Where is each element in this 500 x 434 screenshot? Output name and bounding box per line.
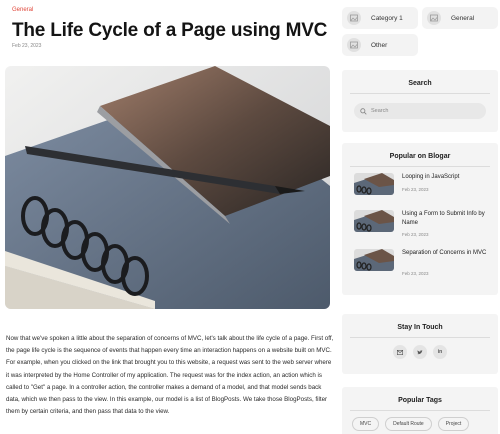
search-widget-title: Search — [408, 80, 432, 87]
category-label: General — [451, 14, 475, 22]
tag-default-route[interactable]: Default Route — [385, 417, 432, 431]
popular-item-title: Separation of Concerns in MVC — [402, 250, 487, 256]
category-chip-other[interactable]: Other — [342, 34, 418, 56]
linkedin-icon[interactable]: in — [433, 345, 447, 359]
category-label: Other — [371, 41, 388, 49]
divider — [350, 93, 490, 94]
popular-widget-title: Popular on Blogar — [389, 153, 451, 160]
popular-item[interactable]: Looping in JavaScript Feb 23, 2023 — [354, 173, 494, 203]
category-label: Category 1 — [371, 14, 403, 22]
image-icon — [347, 38, 361, 52]
popular-item-date: Feb 23, 2023 — [402, 187, 429, 192]
popular-item[interactable]: Separation of Concerns in MVC Feb 23, 20… — [354, 249, 494, 279]
twitter-icon[interactable] — [413, 345, 427, 359]
popular-item-date: Feb 23, 2023 — [402, 271, 429, 276]
social-links: in — [342, 345, 498, 359]
popular-item-title: Looping in JavaScript — [402, 174, 460, 180]
tags-list: MVC Default Route Project — [352, 417, 470, 431]
sidebar: Category 1 General Other Search Popular … — [340, 0, 500, 434]
article-title: The Life Cycle of a Page using MVC — [12, 20, 328, 41]
popular-thumbnail — [354, 249, 394, 271]
divider — [350, 337, 490, 338]
stay-in-touch-widget: Stay In Touch in — [342, 314, 498, 374]
hero-image — [5, 66, 330, 309]
tag-mvc[interactable]: MVC — [352, 417, 380, 431]
article-body: Now that we've spoken a little about the… — [6, 335, 334, 416]
category-chip-category-1[interactable]: Category 1 — [342, 7, 418, 29]
search-widget: Search — [342, 70, 498, 132]
popular-item-date: Feb 23, 2023 — [402, 232, 429, 237]
search-icon — [360, 107, 367, 115]
search-input[interactable] — [371, 108, 481, 114]
category-chip-general[interactable]: General — [422, 7, 498, 29]
stay-in-touch-title: Stay In Touch — [397, 324, 443, 331]
tag-project[interactable]: Project — [437, 417, 470, 431]
popular-item-title: Using a Form to Submit Info by Name — [402, 211, 485, 226]
image-icon — [427, 11, 441, 25]
divider — [350, 166, 490, 167]
article-category[interactable]: General — [12, 7, 33, 13]
search-box[interactable] — [354, 103, 486, 119]
image-icon — [347, 11, 361, 25]
popular-thumbnail — [354, 210, 394, 232]
popular-item[interactable]: Using a Form to Submit Info by Name Feb … — [354, 210, 494, 240]
popular-tags-widget: Popular Tags MVC Default Route Project — [342, 387, 498, 434]
mail-icon[interactable] — [393, 345, 407, 359]
popular-tags-title: Popular Tags — [398, 397, 442, 404]
article-date: Feb 23, 2023 — [12, 43, 42, 49]
popular-widget: Popular on Blogar Looping in JavaScript … — [342, 143, 498, 295]
popular-thumbnail — [354, 173, 394, 195]
divider — [350, 410, 490, 411]
